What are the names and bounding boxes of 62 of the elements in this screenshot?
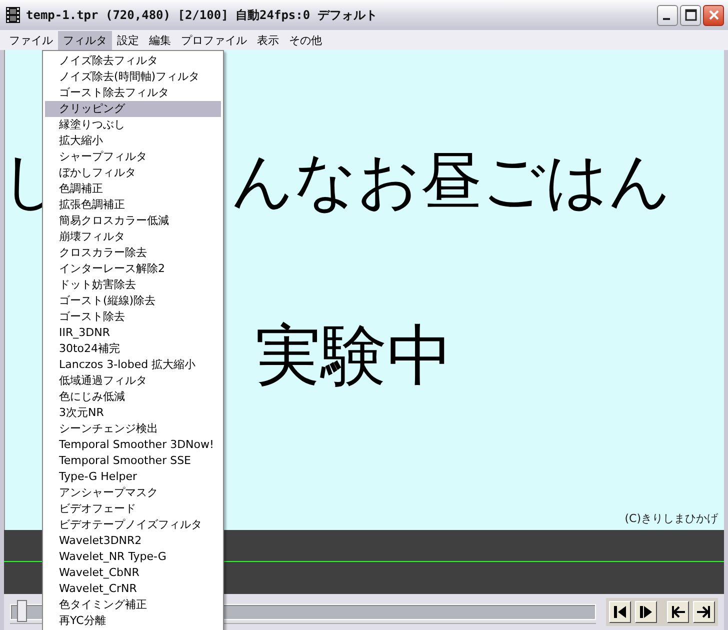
menu-option[interactable]: インターレース解除2 [45,261,221,277]
minimize-icon [663,18,670,20]
step-forward-icon [638,604,654,620]
menu-option[interactable]: Wavelet_CbNR [45,565,221,581]
arrow-to-start-icon [670,604,686,620]
menu-option[interactable]: ビデオフェード [45,501,221,517]
menu-item[interactable]: ファイル [4,30,58,50]
menu-option[interactable]: 崩壊フィルタ [45,229,221,245]
menu-item[interactable]: 設定 [112,30,144,50]
step-back-icon [612,604,628,620]
menu-option[interactable]: Wavelet3DNR2 [45,533,221,549]
maximize-button[interactable] [680,4,701,26]
menu-option[interactable]: Lanczos 3-lobed 拡大縮小 [45,357,221,373]
menu-option[interactable]: ゴースト(縦線)除去 [45,293,221,309]
menu-option[interactable]: ノイズ除去(時間軸)フィルタ [45,69,221,85]
menu-option[interactable]: 縁塗りつぶし [45,117,221,133]
window-title: temp-1.tpr (720,480) [2/100] 自動24fps:0 デフォルト [26,6,378,24]
menu-item[interactable]: プロファイル [176,30,252,50]
menu-option[interactable]: アンシャープマスク [45,485,221,501]
menu-item[interactable]: 表示 [252,30,284,50]
film-strip-icon [6,7,20,23]
menu-option[interactable]: 色調補正 [45,181,221,197]
minimize-button[interactable] [657,4,678,26]
previous-frame-button[interactable] [609,601,631,623]
slider-thumb[interactable] [16,600,27,622]
arrow-to-end-icon [696,604,712,620]
menu-option[interactable]: ビデオテープノイズフィルタ [45,517,221,533]
menu-option[interactable]: Temporal Smoother 3DNow! [45,437,221,453]
menu-option[interactable]: 3次元NR [45,405,221,421]
menu-option[interactable]: 再YC分離 [45,613,221,629]
menu-option[interactable]: ゴースト除去フィルタ [45,85,221,101]
preview-credit: (C)きりしまひかげ [624,511,718,526]
menu-option[interactable]: シーンチェンジ検出 [45,421,221,437]
menu-item[interactable]: フィルタ [58,30,112,50]
close-icon [708,9,720,21]
menu-option[interactable]: 色にじみ低減 [45,389,221,405]
menu-item[interactable]: その他 [284,30,327,50]
menu-option[interactable]: 低域通過フィルタ [45,373,221,389]
preview-headline: んなお昼ごはん [231,146,671,216]
menu-option[interactable]: 拡張色調補正 [45,197,221,213]
menu-option[interactable]: Type-G Helper [45,469,221,485]
menu-option[interactable]: 拡大縮小 [45,133,221,149]
menu-option[interactable]: ぼかしフィルタ [45,165,221,181]
menu-option[interactable]: 色タイミング補正 [45,597,221,613]
menu-option[interactable]: IIR_3DNR [45,325,221,341]
close-button[interactable] [703,4,724,26]
go-to-end-button[interactable] [693,601,715,623]
menu-option[interactable]: Temporal Smoother SSE [45,453,221,469]
menu-option[interactable]: Wavelet_CrNR [45,581,221,597]
maximize-icon [684,9,696,21]
menu-option[interactable]: Wavelet_NR Type-G [45,549,221,565]
menu-option[interactable]: 簡易クロスカラー低減 [45,213,221,229]
menu-option[interactable]: クロスカラー除去 [45,245,221,261]
menu-option[interactable]: クリッピング [45,101,221,117]
go-to-start-button[interactable] [667,601,689,623]
next-frame-button[interactable] [635,601,657,623]
menu-option[interactable]: ドット妨害除去 [45,277,221,293]
menu-option[interactable]: 30to24補完 [45,341,221,357]
preview-caption: 実験中 [255,318,453,394]
menu-option[interactable]: ゴースト除去 [45,309,221,325]
menu-item[interactable]: 編集 [144,30,176,50]
menu-option[interactable]: ノイズ除去フィルタ [45,53,221,69]
